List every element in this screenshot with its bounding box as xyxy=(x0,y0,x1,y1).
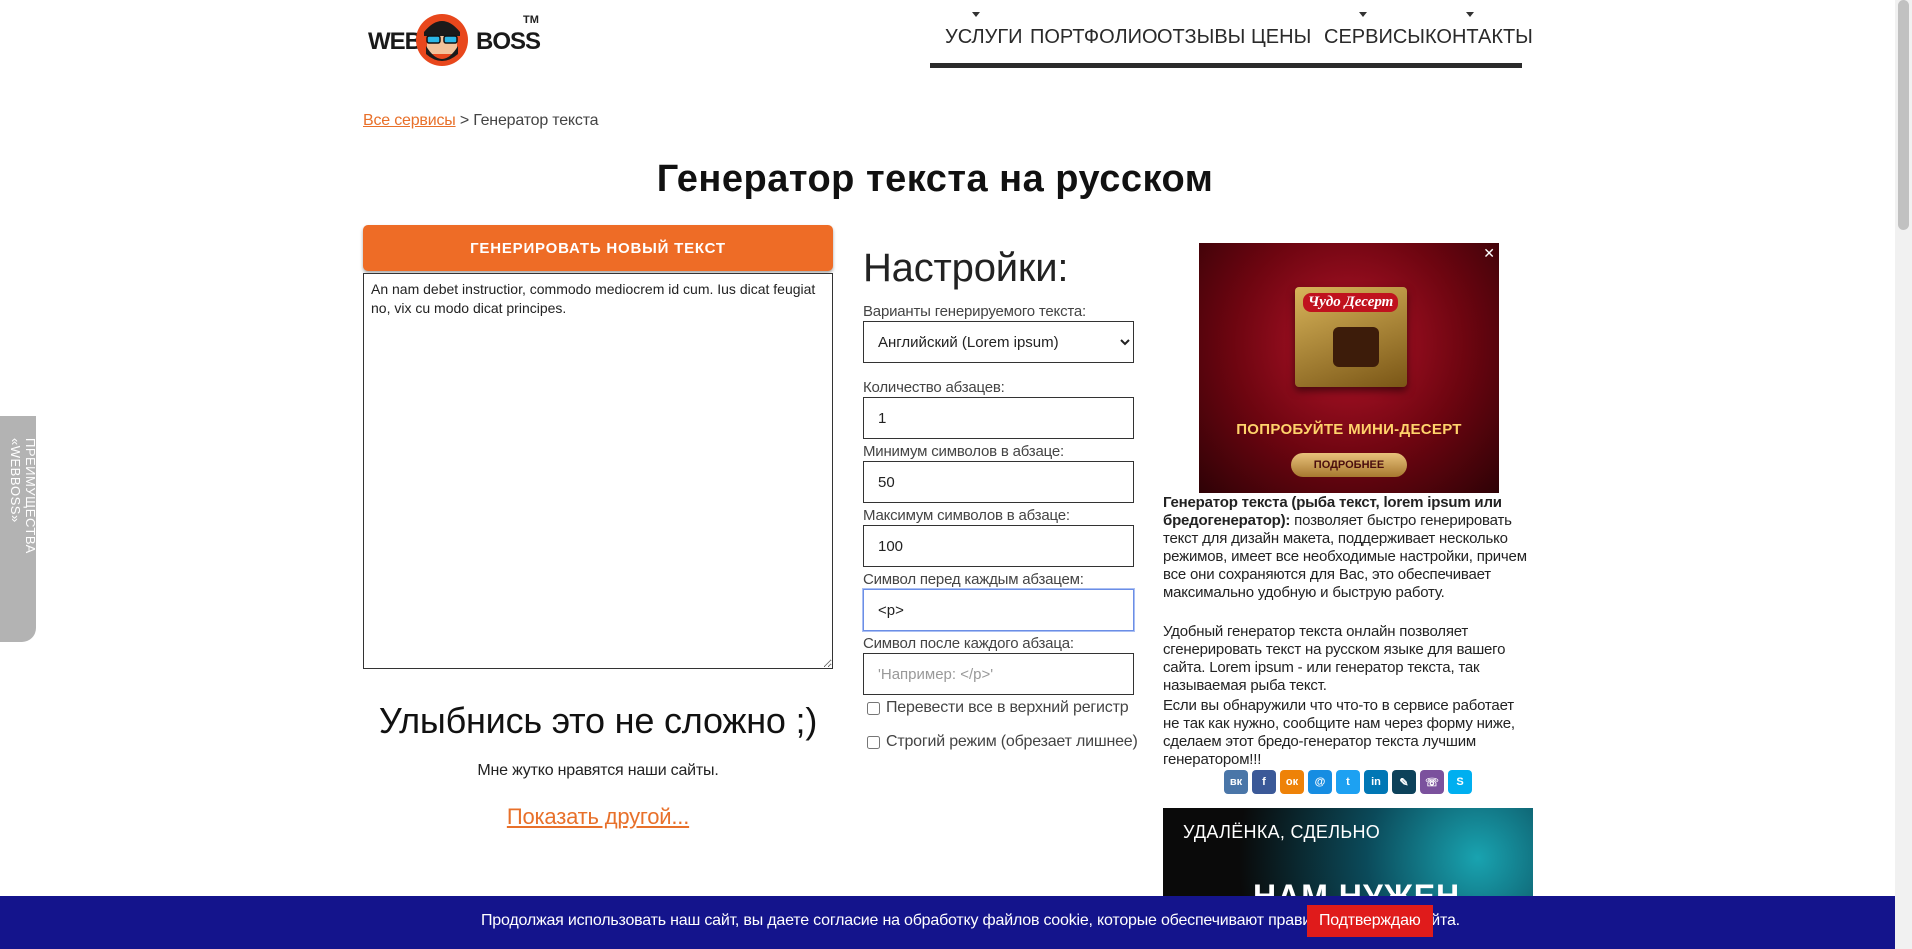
description-paragraph-1: Генератор текста (рыба текст, lorem ipsu… xyxy=(1163,494,1533,602)
linkedin-icon[interactable]: in xyxy=(1364,770,1388,794)
max-chars-label: Максимум символов в абзаце: xyxy=(863,507,1070,524)
suffix-symbol-input[interactable] xyxy=(863,653,1134,695)
paragraphs-count-input[interactable] xyxy=(863,397,1134,439)
show-another-link[interactable]: Показать другой... xyxy=(363,804,833,830)
side-tab-label: ПРЕИМУЩЕСТВА «WEBBOSS» xyxy=(8,438,38,554)
ad-banner[interactable]: ✕ Чудо Десерт ПОПРОБУЙТЕ МИНИ-ДЕСЕРТ ПОД… xyxy=(1199,243,1499,493)
chocolate-cake-image xyxy=(1333,327,1379,367)
uppercase-checkbox[interactable] xyxy=(867,701,880,715)
page-title: Генератор текста на русском xyxy=(656,158,1214,200)
uppercase-option[interactable]: Перевести все в верхний регистр xyxy=(867,699,1129,717)
nav-item-prices[interactable]: ЦЕНЫ xyxy=(1251,26,1311,49)
job-banner-line-1: УДАЛЁНКА, СДЕЛЬНО xyxy=(1183,822,1381,842)
ad-more-button[interactable]: ПОДРОБНЕЕ xyxy=(1291,453,1407,477)
site-logo[interactable]: WEB BOSS TM xyxy=(368,6,541,72)
ad-brand: Чудо Десерт xyxy=(1303,293,1399,312)
breadcrumb-link-all-services[interactable]: Все сервисы xyxy=(363,112,456,129)
prefix-symbol-input[interactable] xyxy=(862,588,1135,632)
nav-item-portfolio[interactable]: ПОРТФОЛИО xyxy=(1030,26,1158,49)
smile-subtext: Мне жутко нравятся наши сайты. xyxy=(477,762,719,779)
description-paragraph-2: Удобный генератор текста онлайн позволяе… xyxy=(1163,623,1506,694)
max-chars-input[interactable] xyxy=(863,525,1134,567)
description-paragraph-3: Если вы обнаружили что что-то в сервисе … xyxy=(1163,697,1515,768)
breadcrumb: Все сервисы > Генератор текста xyxy=(363,112,599,130)
text-variant-select[interactable]: Английский (Lorem ipsum) xyxy=(863,321,1134,363)
uppercase-label: Перевести все в верхний регистр xyxy=(886,699,1129,716)
nav-item-services[interactable]: УСЛУГИ xyxy=(945,26,1023,49)
viber-icon[interactable]: ☏ xyxy=(1420,770,1444,794)
breadcrumb-separator: > xyxy=(459,112,469,129)
close-icon[interactable]: ✕ xyxy=(1483,245,1495,262)
min-chars-input[interactable] xyxy=(863,461,1134,503)
advantages-side-tab[interactable]: ПРЕИМУЩЕСТВА «WEBBOSS» xyxy=(0,416,38,642)
strict-mode-label: Строгий режим (обрезает лишнее) xyxy=(886,733,1138,750)
facebook-icon[interactable]: f xyxy=(1252,770,1276,794)
ad-headline: ПОПРОБУЙТЕ МИНИ-ДЕСЕРТ xyxy=(1236,421,1462,438)
page-scrollbar[interactable] xyxy=(1895,0,1912,949)
job-banner[interactable]: УДАЛЁНКА, СДЕЛЬНО НАМ НУЖЕН xyxy=(1163,808,1533,908)
dessert-product-image: Чудо Десерт xyxy=(1295,287,1407,387)
chevron-down-icon xyxy=(1466,12,1474,17)
chevron-down-icon xyxy=(972,12,980,17)
livejournal-icon[interactable]: ✎ xyxy=(1392,770,1416,794)
chevron-down-icon xyxy=(1359,12,1367,17)
logo-trademark: TM xyxy=(523,14,539,26)
generate-text-button[interactable]: ГЕНЕРИРОВАТЬ НОВЫЙ ТЕКСТ xyxy=(363,225,833,271)
strict-mode-checkbox[interactable] xyxy=(867,735,880,749)
vk-icon[interactable]: вк xyxy=(1224,770,1248,794)
nav-item-contacts[interactable]: КОНТАКТЫ xyxy=(1425,26,1533,49)
logo-boss-face-icon xyxy=(416,14,468,66)
nav-item-tools[interactable]: СЕРВИСЫ xyxy=(1324,26,1425,49)
odnoklassniki-icon[interactable]: ок xyxy=(1280,770,1304,794)
suffix-symbol-label: Символ после каждого абзаца: xyxy=(863,635,1074,652)
paragraphs-label: Количество абзацев: xyxy=(863,379,1005,396)
variant-label: Варианты генерируемого текста: xyxy=(863,303,1086,320)
nav-item-reviews[interactable]: ОТЗЫВЫ xyxy=(1157,26,1245,49)
twitter-icon[interactable]: t xyxy=(1336,770,1360,794)
prefix-symbol-label: Символ перед каждым абзацем: xyxy=(863,571,1084,588)
logo-word-boss: BOSS xyxy=(476,28,541,55)
scrollbar-thumb[interactable] xyxy=(1898,0,1909,230)
cookie-consent-bar: Продолжая использовать наш сайт, вы дает… xyxy=(0,896,1895,949)
breadcrumb-current: Генератор текста xyxy=(473,112,599,129)
skype-icon[interactable]: S xyxy=(1448,770,1472,794)
min-chars-label: Минимум символов в абзаце: xyxy=(863,443,1064,460)
main-nav: УСЛУГИ ПОРТФОЛИО ОТЗЫВЫ ЦЕНЫ СЕРВИСЫ КОН… xyxy=(930,0,1533,68)
share-buttons: вк f ок @ t in ✎ ☏ S xyxy=(1224,770,1472,794)
settings-heading: Настройки: xyxy=(863,246,1069,290)
smile-heading: Улыбнись это не сложно ;) xyxy=(378,700,818,741)
cookie-accept-button[interactable]: Подтверждаю xyxy=(1307,905,1433,937)
generated-text-output[interactable]: An nam debet instructior, commodo medioc… xyxy=(363,273,833,669)
strict-mode-option[interactable]: Строгий режим (обрезает лишнее) xyxy=(867,733,1138,751)
moimir-icon[interactable]: @ xyxy=(1308,770,1332,794)
